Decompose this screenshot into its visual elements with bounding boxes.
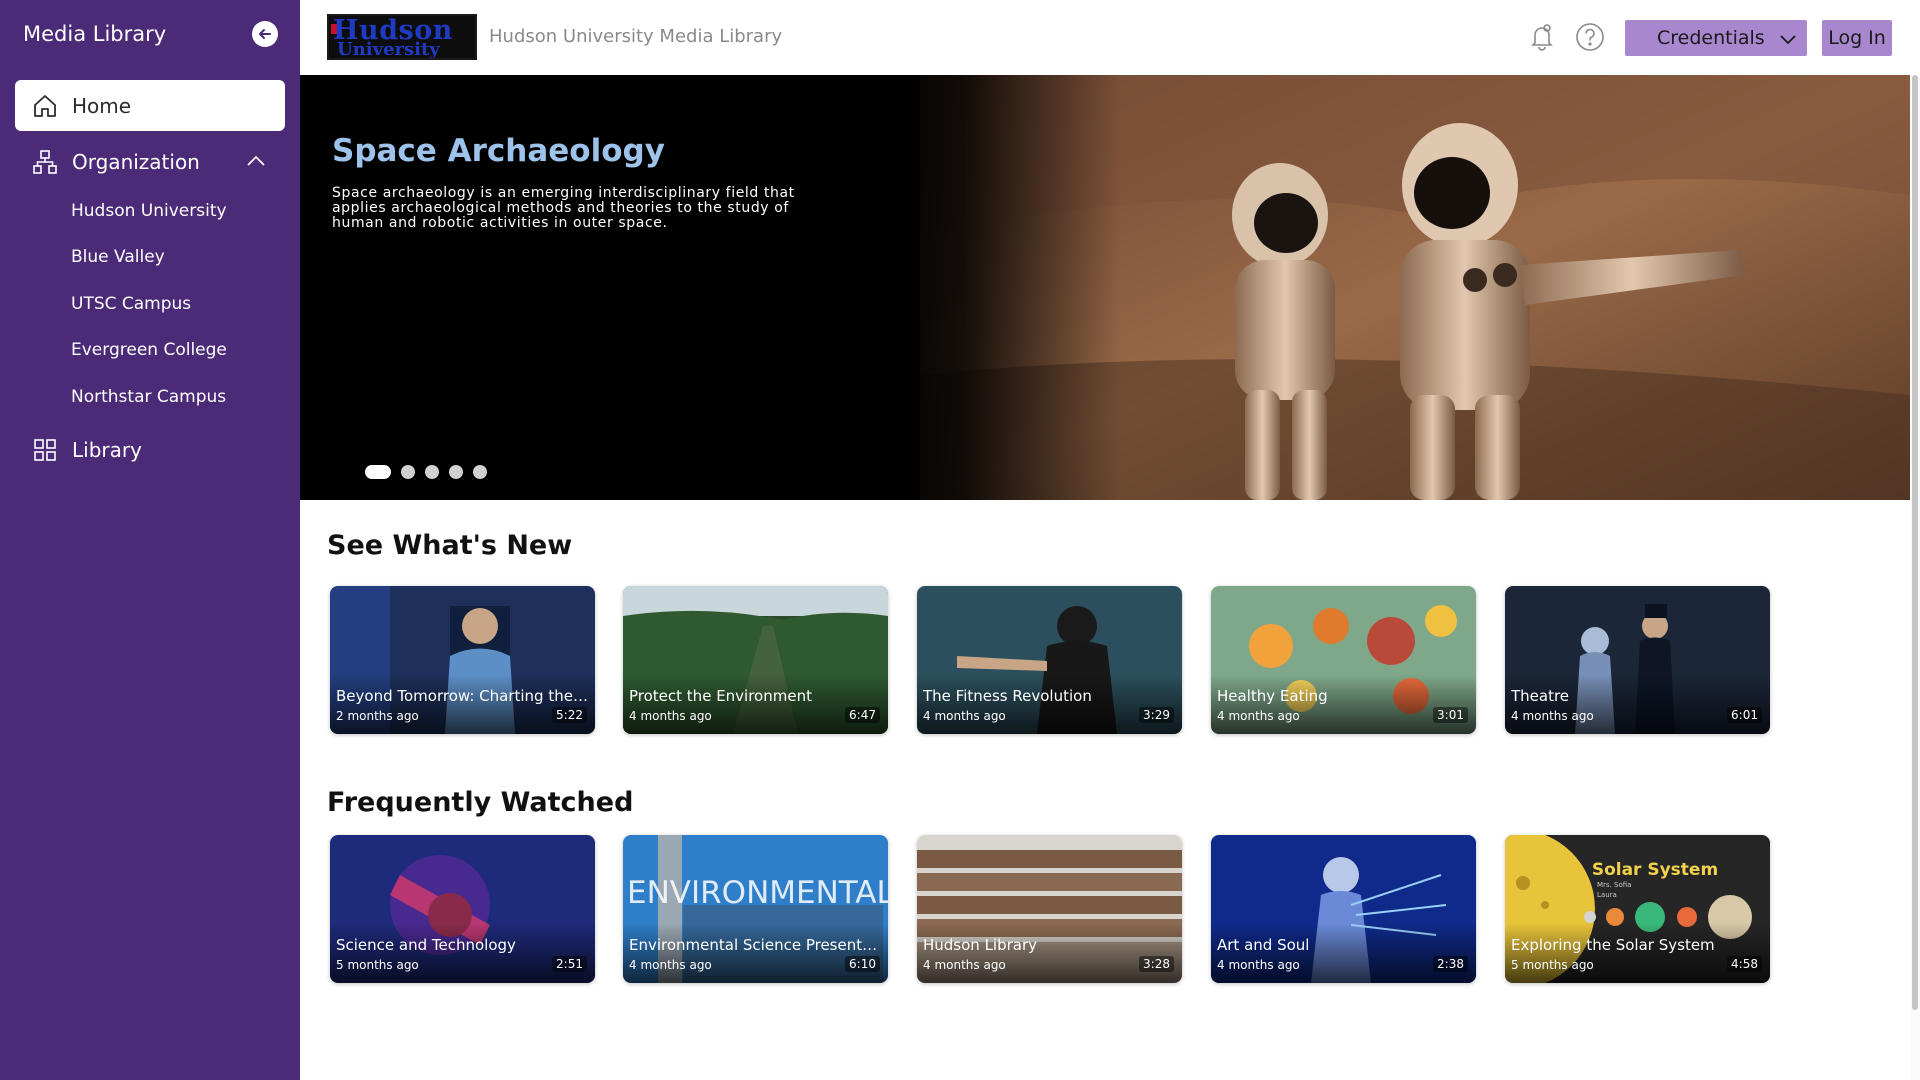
video-title: The Fitness Revolution: [923, 687, 1092, 705]
sidebar-org-northstar-campus[interactable]: Northstar Campus: [71, 385, 226, 409]
home-icon: [32, 93, 58, 119]
sidebar-item-label: Organization: [72, 149, 200, 174]
video-age: 4 months ago: [629, 709, 712, 723]
video-card[interactable]: Science and Technology 5 months ago 2:51: [330, 835, 595, 983]
video-duration: 5:22: [552, 707, 587, 723]
carousel-dot[interactable]: [449, 465, 463, 479]
bell-icon: [1531, 24, 1553, 51]
video-duration: 3:01: [1433, 707, 1468, 723]
sidebar-item-library[interactable]: Library: [15, 424, 285, 475]
notifications-button[interactable]: [1527, 22, 1557, 52]
sidebar-org-blue-valley[interactable]: Blue Valley: [71, 245, 165, 269]
carousel-dot[interactable]: [473, 465, 487, 479]
hudson-university-logo[interactable]: Hudson University: [327, 14, 477, 60]
sidebar-org-hudson-university[interactable]: Hudson University: [71, 199, 227, 223]
video-title: Science and Technology: [336, 936, 516, 954]
credentials-dropdown[interactable]: Credentials: [1625, 20, 1807, 56]
video-title: Hudson Library: [923, 936, 1038, 954]
sidebar-title: Media Library: [23, 22, 167, 46]
top-bar: Hudson University Hudson University Medi…: [300, 0, 1920, 75]
video-age: 4 months ago: [923, 709, 1006, 723]
video-title: Exploring the Solar System: [1511, 936, 1715, 954]
video-card[interactable]: Theatre 4 months ago 6:01: [1505, 586, 1770, 734]
hero-carousel[interactable]: Space Archaeology Space archaeology is a…: [300, 75, 1910, 500]
scrollbar-thumb[interactable]: [1912, 75, 1918, 1010]
video-card[interactable]: The Fitness Revolution 4 months ago 3:29: [917, 586, 1182, 734]
video-age: 4 months ago: [1511, 709, 1594, 723]
sidebar-item-home[interactable]: Home: [15, 80, 285, 131]
video-title: Protect the Environment: [629, 687, 812, 705]
site-title: Hudson University Media Library: [489, 26, 783, 47]
grid-icon: [32, 437, 58, 463]
collapse-sidebar-button[interactable]: [252, 21, 278, 47]
carousel-dot[interactable]: [401, 465, 415, 479]
video-age: 4 months ago: [1217, 958, 1300, 972]
svg-text:Solar System: Solar System: [1592, 860, 1718, 880]
video-card[interactable]: Beyond Tomorrow: Charting the Fu... 2 mo…: [330, 586, 595, 734]
video-duration: 4:58: [1727, 956, 1762, 972]
video-duration: 3:29: [1139, 707, 1174, 723]
video-card[interactable]: ENVIRONMENTAL SCIENCE Environmental Scie…: [623, 835, 888, 983]
section-title-new: See What's New: [327, 530, 573, 561]
svg-text:ENVIRONMENTAL SCIENCE: ENVIRONMENTAL SCIENCE: [627, 875, 888, 911]
video-duration: 6:47: [845, 707, 880, 723]
video-age: 4 months ago: [923, 958, 1006, 972]
sidebar-item-label: Library: [72, 437, 142, 462]
video-age: 5 months ago: [336, 958, 419, 972]
video-card[interactable]: Healthy Eating 4 months ago 3:01: [1211, 586, 1476, 734]
video-duration: 6:01: [1727, 707, 1762, 723]
help-button[interactable]: [1575, 22, 1605, 52]
login-button[interactable]: Log In: [1822, 20, 1892, 56]
svg-text:Mrs. Sofia: Mrs. Sofia: [1597, 881, 1631, 889]
video-title: Theatre: [1511, 687, 1570, 705]
credentials-label: Credentials: [1657, 27, 1765, 49]
video-age: 4 months ago: [629, 958, 712, 972]
video-duration: 2:38: [1433, 956, 1468, 972]
svg-text:Laura: Laura: [1597, 891, 1617, 899]
sidebar-org-utsc-campus[interactable]: UTSC Campus: [71, 292, 191, 316]
video-card[interactable]: Hudson Library 4 months ago 3:28: [917, 835, 1182, 983]
video-title: Beyond Tomorrow: Charting the Fu...: [336, 687, 588, 705]
hero-description: Space archaeology is an emerging interdi…: [332, 185, 795, 231]
carousel-dots: [365, 465, 487, 479]
video-title: Environmental Science Presentation: [629, 936, 881, 954]
section-title-frequent: Frequently Watched: [327, 787, 634, 818]
sidebar-item-organization[interactable]: Organization: [15, 136, 285, 187]
help-icon: [1576, 23, 1604, 51]
hero-title: Space Archaeology: [332, 133, 665, 169]
video-age: 4 months ago: [1217, 709, 1300, 723]
video-card[interactable]: Art and Soul 4 months ago 2:38: [1211, 835, 1476, 983]
video-duration: 6:10: [845, 956, 880, 972]
video-age: 2 months ago: [336, 709, 419, 723]
sidebar-header: Media Library: [23, 18, 278, 50]
video-title: Healthy Eating: [1217, 687, 1328, 705]
video-age: 5 months ago: [1511, 958, 1594, 972]
org-chart-icon: [32, 149, 58, 175]
video-title: Art and Soul: [1217, 936, 1310, 954]
page-scrollbar[interactable]: [1910, 75, 1920, 1080]
video-duration: 2:51: [552, 956, 587, 972]
chevron-up-icon: [247, 155, 265, 166]
sidebar-org-evergreen-college[interactable]: Evergreen College: [71, 338, 227, 362]
carousel-dot[interactable]: [365, 465, 391, 479]
video-card[interactable]: Solar System Mrs. Sofia Laura Exploring …: [1505, 835, 1770, 983]
sidebar-item-label: Home: [72, 93, 132, 118]
sidebar: Media Library Home Organization Hudson U…: [0, 0, 300, 1080]
arrow-left-icon: [259, 29, 271, 39]
video-card[interactable]: Protect the Environment 4 months ago 6:4…: [623, 586, 888, 734]
carousel-dot[interactable]: [425, 465, 439, 479]
video-duration: 3:28: [1139, 956, 1174, 972]
chevron-down-icon: [1780, 35, 1796, 45]
